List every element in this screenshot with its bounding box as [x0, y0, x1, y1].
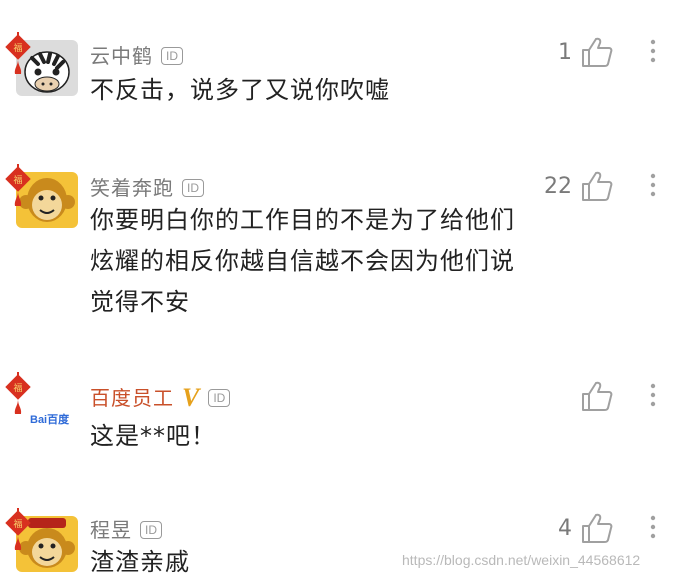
lucky-charm-icon: 福	[5, 164, 31, 206]
comment-item: 福 笑着奔跑 ID 你要明白你的工作目的不是为了给他们 炫耀的相反你越自信越不会因…	[0, 150, 682, 340]
comment-line: 这是**吧！	[90, 422, 216, 450]
thumbs-up-icon[interactable]	[580, 512, 614, 544]
username-text[interactable]: 云中鹤	[90, 44, 153, 68]
avatar[interactable]: Bai百度 福	[4, 372, 80, 436]
watermark: https://blog.csdn.net/weixin_44568612	[402, 552, 641, 568]
more-options-icon[interactable]	[648, 172, 658, 198]
comment-line: 你要明白你的工作目的不是为了给他们	[90, 206, 515, 234]
username[interactable]: 百度员工 V ID	[90, 382, 231, 413]
lucky-charm-icon: 福	[5, 32, 31, 74]
id-badge-icon[interactable]: ID	[161, 47, 183, 65]
svg-text:福: 福	[13, 174, 22, 186]
comment-item: 福 程昱 ID 渣渣亲戚 4	[0, 500, 682, 584]
id-badge-icon[interactable]: ID	[182, 179, 204, 197]
thumbs-up-icon[interactable]	[580, 170, 614, 202]
avatar[interactable]: 福	[4, 508, 80, 572]
username-text[interactable]: 程昱	[90, 518, 132, 542]
like-count: 1	[558, 40, 572, 65]
svg-text:福: 福	[13, 42, 22, 54]
id-badge-icon[interactable]: ID	[140, 521, 162, 539]
username-text[interactable]: 百度员工	[90, 386, 174, 410]
thumbs-up-icon[interactable]	[580, 36, 614, 68]
comment-item: Bai百度 福 百度员工 V ID 这是**吧！	[0, 360, 682, 480]
lucky-charm-icon: 福	[5, 508, 31, 550]
comment-line: 不反击，说多了又说你吹嘘	[90, 76, 390, 104]
verified-badge-icon: V	[182, 383, 201, 412]
username[interactable]: 程昱 ID	[90, 514, 162, 543]
lucky-charm-icon: 福	[5, 372, 31, 414]
avatar[interactable]: 福	[4, 32, 80, 96]
svg-text:福: 福	[13, 382, 22, 394]
avatar[interactable]: 福	[4, 164, 80, 228]
comment-content: 这是**吧！	[90, 416, 570, 457]
thumbs-up-icon[interactable]	[580, 380, 614, 412]
comment-line: 觉得不安	[90, 288, 190, 316]
comment-line: 炫耀的相反你越自信越不会因为他们说	[90, 247, 515, 275]
more-options-icon[interactable]	[648, 38, 658, 64]
baidu-logo-text: Bai百度	[30, 414, 70, 426]
like-count: 22	[544, 174, 572, 199]
username-text[interactable]: 笑着奔跑	[90, 176, 174, 200]
comment-content: 你要明白你的工作目的不是为了给他们 炫耀的相反你越自信越不会因为他们说 觉得不安	[90, 200, 570, 323]
comment-content: 不反击，说多了又说你吹嘘	[90, 70, 570, 111]
id-badge-icon[interactable]: ID	[208, 389, 231, 407]
username[interactable]: 笑着奔跑 ID	[90, 172, 204, 201]
username[interactable]: 云中鹤 ID	[90, 40, 183, 69]
more-options-icon[interactable]	[648, 382, 658, 408]
more-options-icon[interactable]	[648, 514, 658, 540]
like-count: 4	[558, 516, 572, 541]
comment-item: 福 云中鹤 ID 不反击，说多了又说你吹嘘 1	[0, 0, 682, 130]
svg-text:福: 福	[13, 518, 22, 530]
